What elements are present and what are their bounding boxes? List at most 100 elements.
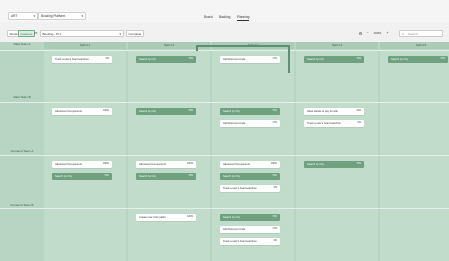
feature-progress: 17%	[272, 58, 277, 60]
tab-planning[interactable]: Planning	[237, 15, 250, 21]
feature-card[interactable]: Search by City 76%	[220, 173, 280, 180]
board-cell[interactable]	[296, 209, 378, 261]
zoom-in-icon[interactable]: +	[384, 30, 391, 37]
feature-card[interactable]: Add Discount Code 17%	[220, 226, 280, 233]
feature-title: Track a user's hotel searches	[55, 58, 89, 61]
feature-title: Track a user's hotel searches	[223, 240, 257, 243]
feature-title: Search by City	[223, 110, 240, 113]
feature-progress: 100%	[187, 163, 193, 165]
feature-progress: 76%	[356, 58, 361, 60]
feature-title: Add Discount Code	[223, 122, 246, 125]
board-cell[interactable]	[380, 156, 449, 208]
dependency-line	[288, 45, 290, 73]
feature-card[interactable]: Advanced Components 100%	[136, 161, 196, 168]
feature-card[interactable]: Advanced Components 100%	[220, 161, 280, 168]
tab-backlog[interactable]: Backlog	[219, 15, 230, 20]
feature-card[interactable]: Add Discount Code 17%	[220, 56, 280, 63]
team-label: Frontend Team B	[10, 203, 34, 207]
feature-title: Search by City	[55, 175, 72, 178]
feature-progress: 100%	[103, 110, 109, 112]
zoom-level: 100%	[373, 31, 382, 35]
feature-card[interactable]: Search by City 76%	[136, 56, 196, 63]
feature-title: Advanced Components	[223, 163, 250, 166]
feature-card[interactable]: Add Discount Code 17%	[220, 120, 280, 127]
feature-progress: 76%	[272, 216, 277, 218]
feature-title: Search by City	[223, 216, 240, 219]
feature-progress: 0%	[357, 122, 361, 124]
feature-progress: 0%	[105, 58, 109, 60]
feature-progress: 76%	[440, 58, 445, 60]
art-dropdown[interactable]: ART ▾	[8, 12, 38, 20]
pi-select-value: Booking - PI 1	[42, 32, 62, 36]
pi-label: PI	[34, 31, 38, 35]
pi-select[interactable]: Booking - PI 1 ▾	[40, 30, 124, 37]
feature-progress: 76%	[104, 175, 109, 177]
feature-card[interactable]: Search by City 76%	[388, 56, 448, 63]
feature-progress: 76%	[272, 175, 277, 177]
dependency-line	[196, 45, 198, 51]
feature-card[interactable]: Allow Hotels to pay for ads 34%	[304, 108, 364, 115]
feature-title: Search by City	[139, 58, 156, 61]
dependency-line	[196, 45, 288, 47]
feature-title: Create new color pallet	[139, 216, 166, 219]
feature-progress: 76%	[272, 110, 277, 112]
team-label: Frontend Team A	[10, 149, 34, 153]
platform-dropdown[interactable]: Booking Platform ▾	[38, 12, 86, 20]
feature-progress: 100%	[187, 216, 193, 218]
feature-title: Add Discount Code	[223, 228, 246, 231]
feature-title: Search by City	[307, 163, 324, 166]
platform-dropdown-label: Booking Platform	[41, 14, 66, 18]
feature-progress: 34%	[356, 110, 361, 112]
feature-title: Search by City	[139, 175, 156, 178]
feature-title: Search by City	[139, 110, 156, 113]
feature-card[interactable]: Track a user's hotel searches 0%	[220, 238, 280, 245]
sprint-header: Sprint 5	[380, 42, 449, 49]
complete-button[interactable]: Complete	[126, 30, 144, 37]
feature-card[interactable]: Track a user's hotel searches 0%	[220, 185, 280, 192]
feature-progress: 76%	[188, 58, 193, 60]
sprint-header: Sprint 1	[44, 42, 126, 49]
feature-progress: 76%	[356, 163, 361, 165]
board-cell[interactable]	[380, 209, 449, 261]
sprint-header: Sprint 4	[296, 42, 378, 49]
settings-icon[interactable]: ⚙	[357, 30, 364, 37]
search-icon: ⌕	[402, 32, 405, 36]
search-placeholder: Search	[408, 32, 418, 36]
feature-title: Advanced Components	[55, 163, 82, 166]
chevron-down-icon: ▾	[119, 32, 121, 36]
feature-card[interactable]: Advanced Components 100%	[52, 108, 112, 115]
feature-card[interactable]: Search by City 76%	[304, 56, 364, 63]
art-dropdown-label: ART	[11, 14, 18, 18]
feature-title: Allow Hotels to pay for ads	[307, 110, 338, 113]
feature-title: Search by City	[307, 58, 324, 61]
board-cell[interactable]	[380, 103, 449, 155]
feature-progress: 0%	[273, 187, 277, 189]
feature-card[interactable]: Advanced Components 100%	[52, 161, 112, 168]
chevron-down-icon: ▾	[33, 14, 35, 18]
feature-card[interactable]: Create new color pallet 100%	[136, 214, 196, 221]
tab-board[interactable]: Board	[204, 15, 213, 20]
feature-title: Search by City	[391, 58, 408, 61]
feature-card[interactable]: Track a user's hotel searches 0%	[52, 56, 112, 63]
feature-title: Search by City	[223, 175, 240, 178]
top-bar: ART ▾ Booking Platform ▾ Board Backlog P…	[0, 0, 449, 22]
feature-card[interactable]: Search by City 76%	[304, 161, 364, 168]
feature-card[interactable]: Search by City 76%	[52, 173, 112, 180]
feature-card[interactable]: Search by City 76%	[220, 108, 280, 115]
feature-progress: 76%	[188, 175, 193, 177]
feature-title: Add Discount Code	[223, 58, 246, 61]
board-cell[interactable]	[44, 209, 126, 261]
feature-title: Advanced Components	[139, 163, 166, 166]
feature-card[interactable]: Search by City 76%	[136, 173, 196, 180]
feature-progress: 100%	[103, 163, 109, 165]
zoom-out-icon[interactable]: −	[364, 30, 371, 37]
search-input[interactable]: ⌕ Search	[399, 30, 443, 37]
feature-progress: 17%	[272, 228, 277, 230]
team-label: Data Team B	[13, 95, 31, 99]
feature-progress: 100%	[271, 163, 277, 165]
feature-progress: 0%	[273, 240, 277, 242]
feature-progress: 76%	[188, 110, 193, 112]
feature-card[interactable]: Search by City 76%	[136, 108, 196, 115]
feature-card[interactable]: Search by City 76%	[220, 214, 280, 221]
feature-card[interactable]: Track a user's hotel searches 0%	[304, 120, 364, 127]
